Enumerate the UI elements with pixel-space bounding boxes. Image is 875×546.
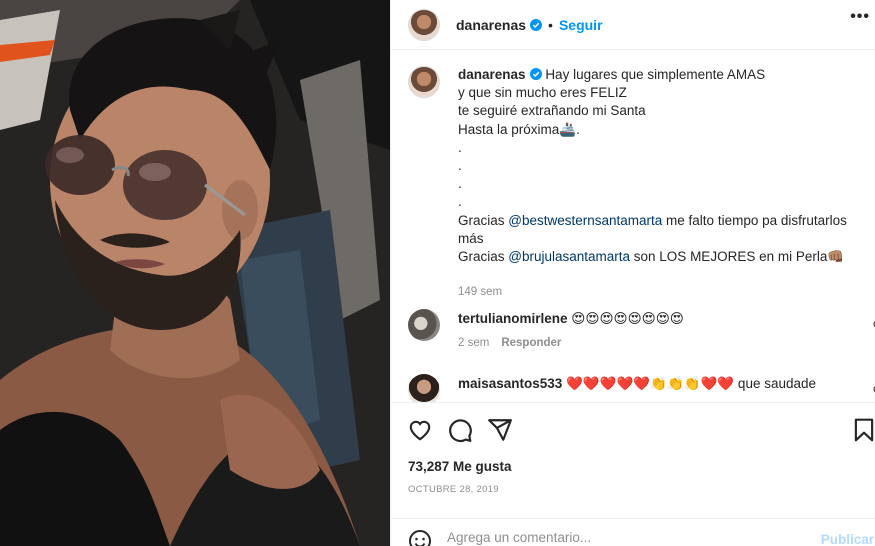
- header-separator: •: [548, 16, 553, 33]
- bookmark-icon[interactable]: [851, 417, 875, 443]
- comment-item: maisasantos533 ❤️❤️❤️❤️❤️👏👏👏❤️❤️ que sau…: [408, 374, 875, 402]
- comment-item: tertulianomirlene 😍😍😍😍😍😍😍😍 2 sem Responde…: [408, 309, 875, 349]
- caption-thanks-1: Gracias @bestwesternsantamarta me falto …: [458, 212, 868, 248]
- caption-avatar[interactable]: [408, 66, 440, 98]
- follow-button[interactable]: Seguir: [559, 17, 603, 33]
- post-header: danarenas • Seguir •••: [391, 0, 875, 50]
- caption-username[interactable]: danarenas: [458, 67, 526, 82]
- caption-line: .: [458, 158, 462, 174]
- comment-input[interactable]: [447, 530, 787, 545]
- caption-line: te seguiré extrañando mi Santa: [458, 103, 646, 119]
- verified-badge-icon: [530, 18, 543, 31]
- commenter-avatar[interactable]: [408, 309, 440, 341]
- caption-line-1: danarenas Hay lugares que simplemente AM…: [458, 66, 868, 84]
- comment-body: ❤️❤️❤️❤️❤️👏👏👏❤️❤️ que saudade: [566, 376, 817, 391]
- author-avatar[interactable]: [408, 8, 440, 41]
- caption-text: danarenas Hay lugares que simplemente AM…: [458, 66, 868, 266]
- caption-line: .: [458, 176, 462, 192]
- more-options-icon[interactable]: •••: [850, 8, 870, 26]
- author-username[interactable]: danarenas: [456, 17, 526, 33]
- thanks-suffix: son LOS MEJORES en mi Perla👊🏽: [630, 249, 845, 265]
- reply-button[interactable]: Responder: [501, 337, 561, 349]
- share-icon[interactable]: [487, 417, 513, 443]
- mention-link[interactable]: @brujulasantamarta: [508, 249, 630, 264]
- caption-line: .: [458, 139, 462, 155]
- post-photo-illustration: [0, 0, 390, 546]
- post-detail-panel: danarenas • Seguir ••• danarenas Hay lug…: [390, 0, 875, 546]
- caption-line: Hay lugares que simplemente AMAS: [545, 67, 766, 82]
- thanks-prefix: Gracias: [458, 249, 509, 265]
- caption-line: .: [458, 194, 462, 210]
- comment-body: 😍😍😍😍😍😍😍😍: [571, 311, 684, 326]
- caption-line: Hasta la próxima🚢.: [458, 121, 580, 137]
- thanks-prefix: Gracias: [458, 212, 509, 228]
- comments-section[interactable]: danarenas Hay lugares que simplemente AM…: [391, 51, 875, 402]
- caption-line: y que sin mucho eres FELIZ: [458, 85, 627, 101]
- comment-text: tertulianomirlene 😍😍😍😍😍😍😍😍: [458, 311, 684, 327]
- post-photo[interactable]: [0, 0, 390, 546]
- caption-thanks-2: Gracias @brujulasantamarta son LOS MEJOR…: [458, 248, 868, 266]
- comment-text: maisasantos533 ❤️❤️❤️❤️❤️👏👏👏❤️❤️ que sau…: [458, 376, 816, 392]
- caption-timestamp[interactable]: 149 sem: [458, 286, 502, 298]
- heart-icon[interactable]: [407, 417, 433, 443]
- add-comment-bar: Publicar: [391, 518, 875, 546]
- publish-button[interactable]: Publicar: [821, 532, 874, 546]
- commenter-username[interactable]: maisasantos533: [458, 376, 562, 391]
- likes-count[interactable]: 73,287 Me gusta: [408, 459, 512, 474]
- commenter-username[interactable]: tertulianomirlene: [458, 311, 568, 326]
- comment-icon[interactable]: [447, 417, 473, 443]
- post-date[interactable]: OCTUBRE 28, 2019: [408, 484, 499, 495]
- verified-badge-icon: [529, 68, 542, 80]
- action-bar: [391, 402, 875, 458]
- comment-timestamp[interactable]: 2 sem: [458, 337, 489, 349]
- comment-meta: 2 sem Responder: [458, 337, 561, 349]
- commenter-avatar[interactable]: [408, 374, 440, 402]
- mention-link[interactable]: @bestwesternsantamarta: [508, 213, 662, 228]
- smiley-icon[interactable]: [408, 529, 432, 546]
